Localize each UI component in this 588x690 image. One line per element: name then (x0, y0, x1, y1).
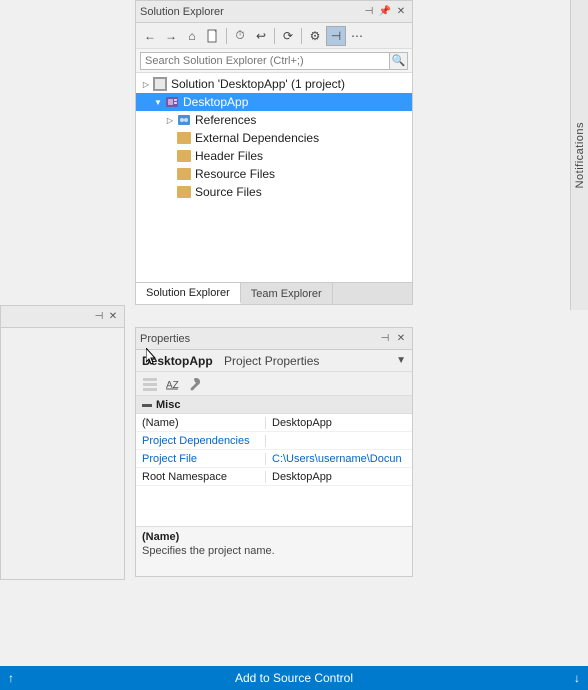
search-input[interactable] (140, 52, 390, 70)
close-button[interactable]: ✕ (394, 5, 408, 19)
solution-icon (152, 76, 168, 92)
solution-explorer-toolbar: ← → ⌂ ⏱ ↩ ⟳ ⚙ ⊣ ⋯ (136, 23, 412, 49)
tab-solution-explorer[interactable]: Solution Explorer (136, 283, 241, 304)
toolbar-separator-2 (274, 28, 275, 44)
solution-explorer-title: Solution Explorer (140, 6, 360, 18)
references-expand-icon: ▷ (164, 114, 176, 126)
prop-project-deps-key: Project Dependencies (136, 435, 266, 447)
properties-panel: Properties ⊣ ✕ DesktopApp Project Proper… (135, 327, 413, 577)
left-panel-close-button[interactable]: ✕ (106, 310, 120, 324)
project-label: DesktopApp (183, 95, 248, 109)
prop-desc-title: (Name) (142, 531, 406, 543)
misc-section-header[interactable]: ▬ Misc (136, 396, 412, 414)
status-arrow-up-icon: ↑ (8, 671, 14, 685)
ext-deps-expand-icon (164, 132, 176, 144)
prop-project-file-key: Project File (136, 453, 266, 465)
properties-object-name: DesktopApp (142, 354, 213, 368)
prop-desc-text: Specifies the project name. (142, 545, 406, 557)
header-files-label: Header Files (195, 149, 263, 163)
properties-close-button[interactable]: ✕ (394, 332, 408, 346)
toolbar-separator-1 (226, 28, 227, 44)
auto-hide-button[interactable]: 📌 (378, 5, 392, 19)
prop-row-name[interactable]: (Name) DesktopApp (136, 414, 412, 432)
search-bar: 🔍 (136, 49, 412, 73)
back-button[interactable]: ← (140, 26, 160, 46)
project-expand-icon: ▼ (152, 96, 164, 108)
prop-name-key: (Name) (136, 417, 266, 429)
properties-toolbar: AZ (136, 372, 412, 396)
header-files-expand-icon (164, 150, 176, 162)
status-text: Add to Source Control (20, 671, 568, 685)
toolbar-separator-3 (301, 28, 302, 44)
new-file-button[interactable] (203, 26, 223, 46)
search-icon-button[interactable]: 🔍 (390, 52, 408, 70)
status-arrow-down-icon: ↓ (574, 671, 580, 685)
properties-object-type (217, 354, 220, 368)
properties-titlebar: Properties ⊣ ✕ (136, 328, 412, 350)
resource-files-expand-icon (164, 168, 176, 180)
notifications-sidebar: Notifications (570, 0, 588, 310)
properties-pin-button[interactable]: ⊣ (378, 332, 392, 346)
properties-object-header: DesktopApp Project Properties ▼ (136, 350, 412, 372)
tree-item-header-files[interactable]: Header Files (136, 147, 412, 165)
resource-files-label: Resource Files (195, 167, 275, 181)
prop-row-project-deps[interactable]: Project Dependencies (136, 432, 412, 450)
status-bar[interactable]: ↑ Add to Source Control ↓ (0, 666, 588, 690)
solution-explorer-panel: Solution Explorer ⊣ 📌 ✕ ← → ⌂ ⏱ ↩ ⟳ ⚙ ⊣ … (135, 0, 413, 305)
resource-files-icon (176, 166, 192, 182)
prop-row-project-file[interactable]: Project File C:\Users\username\Docun (136, 450, 412, 468)
settings-button[interactable]: ⚙ (305, 26, 325, 46)
tree-item-project[interactable]: ▼ DesktopApp (136, 93, 412, 111)
properties-object-type-text: Project Properties (224, 354, 319, 368)
solution-label: Solution 'DesktopApp' (1 project) (171, 77, 345, 91)
refresh-button[interactable]: ⟳ (278, 26, 298, 46)
prop-row-root-namespace[interactable]: Root Namespace DesktopApp (136, 468, 412, 486)
tree-item-solution[interactable]: ▷ Solution 'DesktopApp' (1 project) (136, 75, 412, 93)
prop-name-value: DesktopApp (266, 417, 412, 429)
expand-button[interactable]: ⋯ (347, 26, 367, 46)
source-files-icon (176, 184, 192, 200)
solution-explorer-titlebar: Solution Explorer ⊣ 📌 ✕ (136, 1, 412, 23)
timer-button[interactable]: ⏱ (230, 26, 250, 46)
prop-root-namespace-key: Root Namespace (136, 471, 266, 483)
project-icon (164, 94, 180, 110)
references-icon (176, 112, 192, 128)
solution-explorer-tabs: Solution Explorer Team Explorer (136, 282, 412, 304)
ext-deps-icon (176, 130, 192, 146)
solution-expand-icon: ▷ (140, 78, 152, 90)
source-files-label: Source Files (195, 185, 262, 199)
left-panel-pin-button[interactable]: ⊣ (92, 310, 106, 324)
properties-title: Properties (140, 333, 376, 345)
prop-root-namespace-value: DesktopApp (266, 471, 412, 483)
forward-button[interactable]: → (161, 26, 181, 46)
properties-description: (Name) Specifies the project name. (136, 526, 412, 576)
prop-alpha-btn[interactable]: AZ (162, 375, 182, 393)
tree-item-resource-files[interactable]: Resource Files (136, 165, 412, 183)
notifications-label: Notifications (574, 122, 586, 188)
prop-wrench-btn[interactable] (184, 375, 204, 393)
pin-side-button[interactable]: ⊣ (326, 26, 346, 46)
prop-project-file-value: C:\Users\username\Docun (266, 453, 412, 465)
pin-button[interactable]: ⊣ (362, 5, 376, 19)
prop-category-btn[interactable] (140, 375, 160, 393)
tree-item-source-files[interactable]: Source Files (136, 183, 412, 201)
left-panel: ⊣ ✕ (0, 305, 125, 580)
properties-dropdown-arrow[interactable]: ▼ (396, 355, 406, 366)
tree-item-external-deps[interactable]: External Dependencies (136, 129, 412, 147)
references-label: References (195, 113, 256, 127)
solution-tree[interactable]: ▷ Solution 'DesktopApp' (1 project) ▼ De… (136, 73, 412, 282)
undo-button[interactable]: ↩ (251, 26, 271, 46)
ext-deps-label: External Dependencies (195, 131, 319, 145)
home-button[interactable]: ⌂ (182, 26, 202, 46)
misc-section-label: Misc (156, 399, 180, 411)
source-files-expand-icon (164, 186, 176, 198)
tree-item-references[interactable]: ▷ References (136, 111, 412, 129)
misc-toggle-icon: ▬ (142, 399, 152, 410)
properties-content: ▬ Misc (Name) DesktopApp Project Depende… (136, 396, 412, 526)
tab-team-explorer[interactable]: Team Explorer (241, 283, 333, 304)
left-panel-titlebar: ⊣ ✕ (1, 306, 124, 328)
header-files-icon (176, 148, 192, 164)
